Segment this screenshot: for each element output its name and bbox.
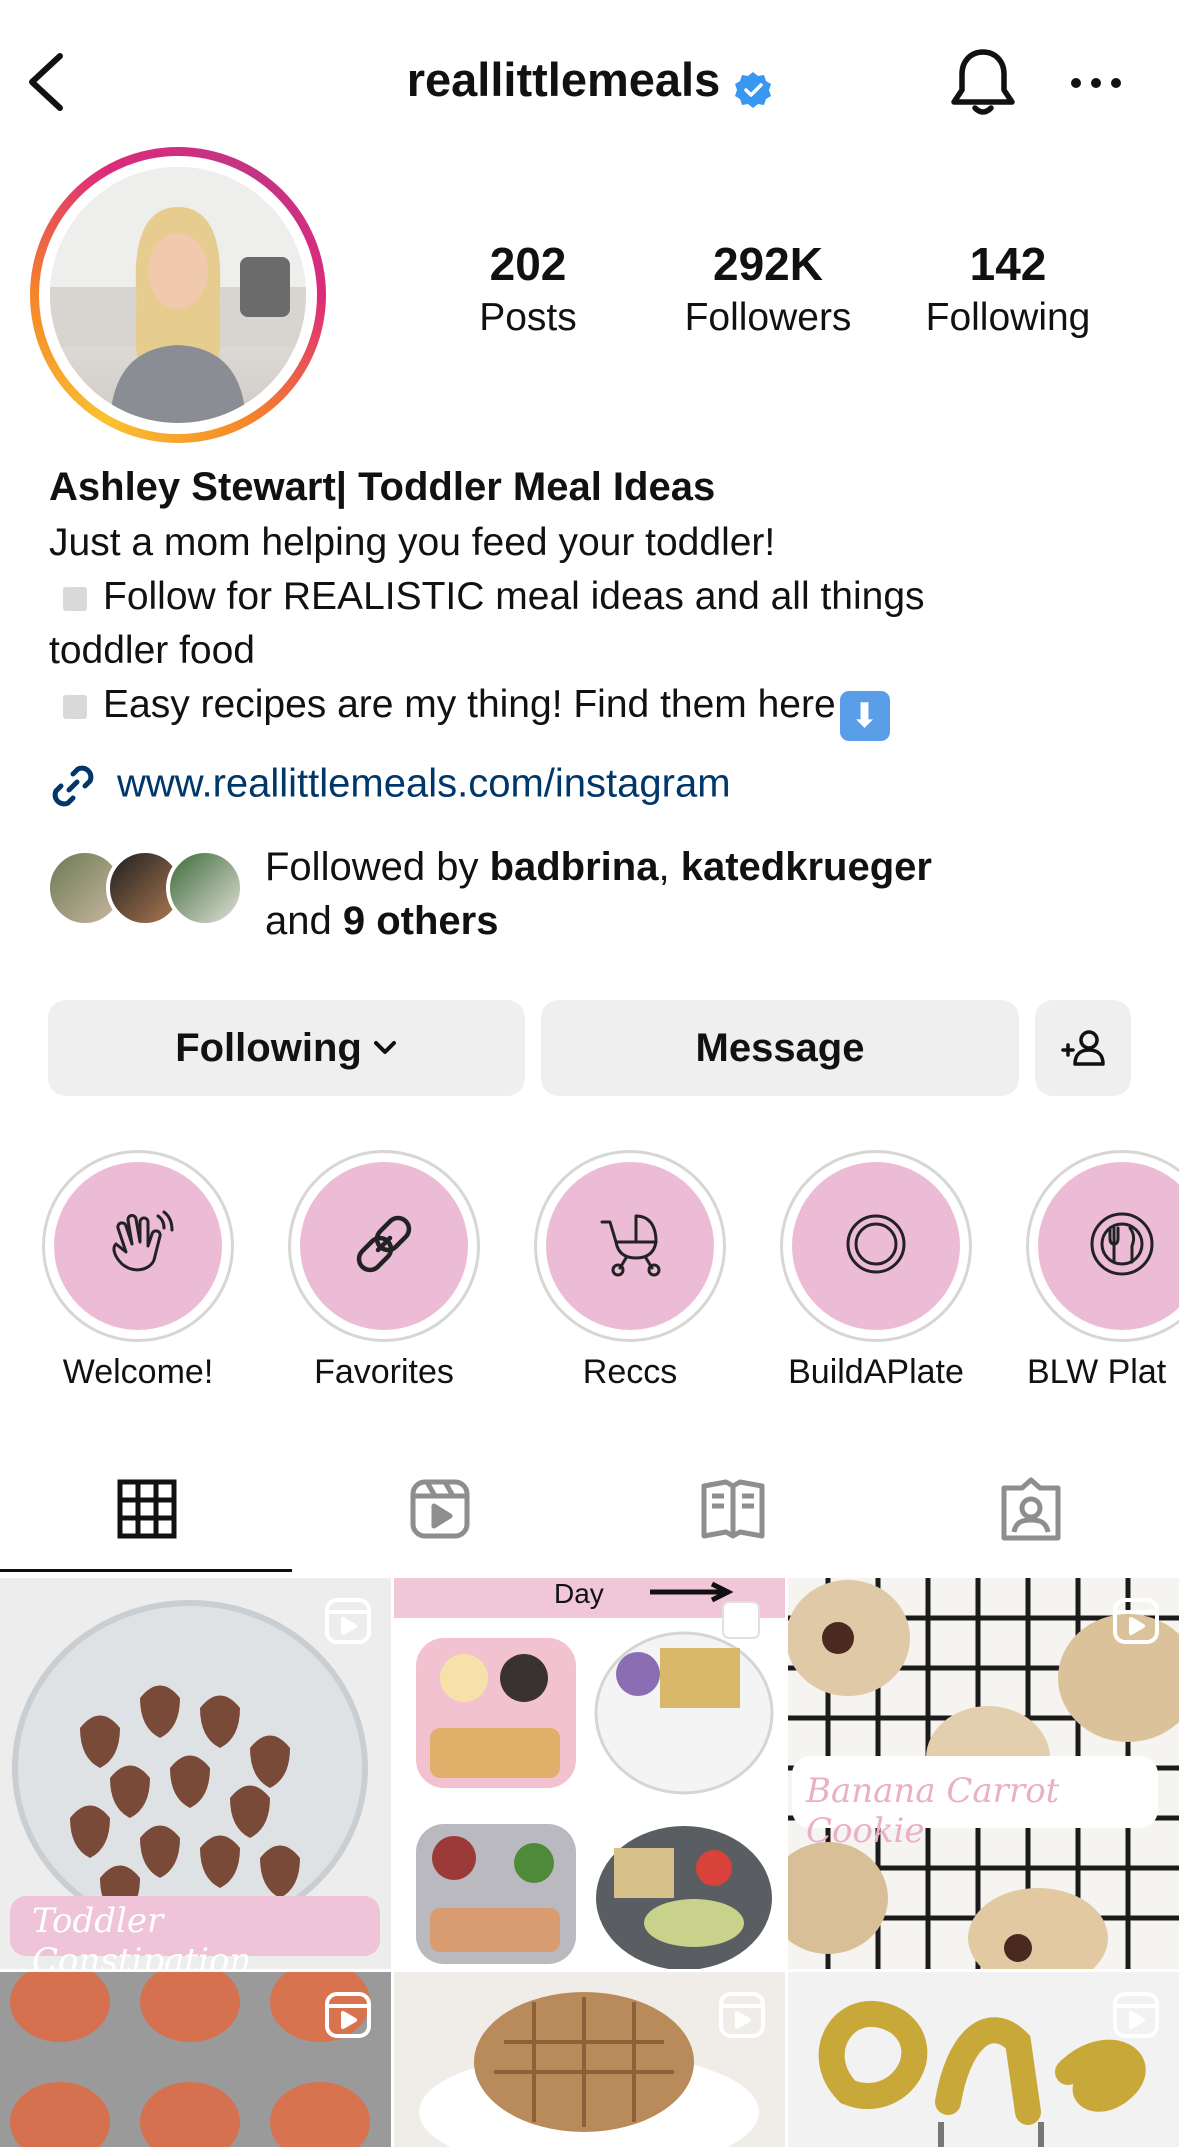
more-options-icon[interactable] [1066,68,1126,98]
post-thumbnail[interactable]: Toddler Constipation [0,1578,391,1969]
bio-line-4-text: Easy recipes are my thing! Find them her… [103,683,836,726]
notification-bell-icon[interactable] [948,46,1018,118]
carousel-badge-icon [717,1596,767,1646]
bio-line-2: Follow for REALISTIC meal ideas and all … [49,570,1149,624]
bio-link[interactable]: www.reallittlemeals.com/instagram [47,760,731,812]
posts-stat[interactable]: 202 Posts [428,236,628,344]
highlight-favorites[interactable] [288,1150,480,1342]
bio-line-1: Just a mom helping you feed your toddler… [49,521,776,564]
posts-label: Posts [479,296,577,339]
post-thumbnail[interactable]: Day [394,1578,785,1969]
bio-line-2-text: Follow for REALISTIC meal ideas and all … [103,575,925,618]
guides-tab-icon[interactable] [698,1474,768,1544]
mutual-follower-avatar[interactable] [166,849,244,927]
post-thumbnail[interactable] [394,1972,785,2147]
others-count: 9 others [342,899,499,943]
post-thumbnail[interactable]: Banana Carrot Cookie [788,1578,1179,1969]
message-button-label: Message [695,1025,865,1070]
mutual-username: katedkrueger [680,845,932,889]
post-caption-overlay: Toddler Constipation [32,1901,252,1969]
posts-count: 202 [489,238,567,290]
followed-by-text[interactable]: Followed by badbrina, katedkrueger and 9… [265,840,932,948]
highlight-reccs[interactable] [534,1150,726,1342]
stroller-icon [590,1204,670,1289]
username: reallittlemeals [406,53,721,106]
highlight-label: Welcome! [62,1353,214,1391]
down-arrow-emoji-icon: ⬇ [839,691,890,741]
followers-stat[interactable]: 292K Followers [668,236,868,344]
avatar-photo [50,167,306,423]
following-stat[interactable]: 142 Following [908,236,1108,344]
plate-fork-knife-icon [1082,1204,1162,1289]
verified-badge-icon [734,65,772,108]
following-button[interactable]: Following [48,1000,525,1096]
message-button[interactable]: Message [541,1000,1019,1096]
following-label: Following [925,296,1091,339]
highlight-welcome[interactable] [42,1150,234,1342]
mutual-username: badbrina [489,845,659,889]
bio-line-4: Easy recipes are my thing! Find them her… [49,678,1149,741]
reels-tab-icon[interactable] [405,1474,475,1544]
highlight-blw-plates[interactable] [1026,1150,1179,1342]
bullet-square-icon [63,694,87,719]
add-person-icon [1059,1028,1107,1068]
grid-tab-icon[interactable] [112,1474,182,1544]
bullet-square-icon [63,586,87,611]
reel-badge-icon [323,1596,373,1646]
profile-avatar[interactable] [30,147,326,443]
post-caption-overlay: Day [554,1578,604,1609]
link-chain-icon [344,1204,424,1289]
reel-badge-icon [717,1990,767,2040]
highlight-buildaplate[interactable] [780,1150,972,1342]
bio-link-text: www.reallittlemeals.com/instagram [117,761,731,806]
separator: , [658,845,681,889]
waving-hand-icon [98,1204,178,1289]
post-thumbnail[interactable] [0,1972,391,2147]
following-count: 142 [969,238,1047,290]
reel-badge-icon [323,1990,373,2040]
post-thumbnail[interactable] [788,1972,1179,2147]
plate-icon [836,1204,916,1289]
and-text: and [265,899,343,943]
chevron-down-icon [372,1039,398,1057]
highlight-label: BuildAPlate [788,1353,964,1391]
profile-display-name: Ashley Stewart| Toddler Meal Ideas [49,465,716,509]
followers-label: Followers [684,296,852,339]
suggest-people-button[interactable] [1035,1000,1131,1096]
highlight-label: Favorites [314,1353,454,1391]
bio-line-3: toddler food [49,629,255,672]
tagged-tab-icon[interactable] [996,1474,1066,1544]
link-icon [47,760,99,812]
followed-by-prefix: Followed by [265,845,490,889]
highlight-label: BLW Plat [1027,1353,1167,1391]
reel-badge-icon [1111,1596,1161,1646]
followers-count: 292K [713,238,823,290]
highlight-label: Reccs [582,1353,678,1391]
post-caption-overlay: Banana Carrot Cookie [806,1771,1060,1851]
active-tab-indicator [0,1569,292,1572]
reel-badge-icon [1111,1990,1161,2040]
following-button-label: Following [175,1025,362,1070]
